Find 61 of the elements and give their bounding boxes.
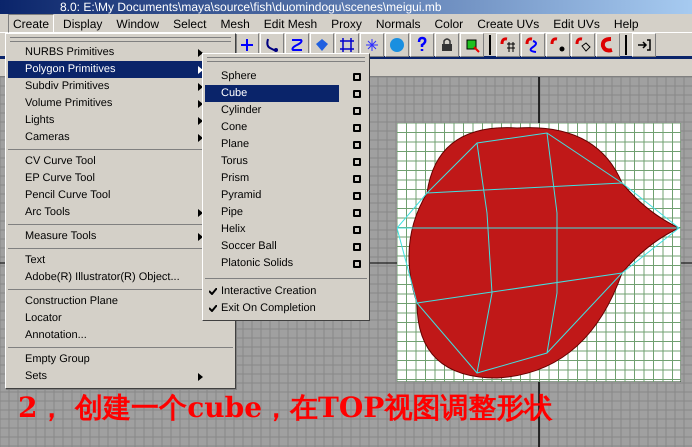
menu-item[interactable]: Edit UVs bbox=[548, 14, 605, 32]
option-box-icon[interactable] bbox=[353, 72, 361, 80]
menu-item[interactable]: Window bbox=[111, 14, 164, 32]
menu-item[interactable]: Cube bbox=[205, 85, 339, 102]
menu-item[interactable]: Mesh bbox=[215, 14, 255, 32]
option-box-icon[interactable] bbox=[353, 124, 361, 132]
menu-item[interactable]: Helix bbox=[205, 221, 339, 238]
option-box-icon[interactable] bbox=[353, 90, 361, 98]
help-icon[interactable] bbox=[410, 32, 434, 56]
menu-item[interactable]: Normals bbox=[370, 14, 426, 32]
menu-item[interactable]: Cone bbox=[205, 119, 339, 136]
lock-icon[interactable] bbox=[435, 32, 459, 56]
submenu-arrow-icon bbox=[198, 82, 203, 90]
menu-item[interactable]: Interactive Creation bbox=[221, 283, 316, 300]
menu-item[interactable]: Torus bbox=[205, 153, 339, 170]
menu-item[interactable]: Help bbox=[608, 14, 644, 32]
submenu-arrow-icon bbox=[198, 116, 203, 124]
toolbar-divider bbox=[489, 34, 491, 54]
option-box-icon[interactable] bbox=[353, 106, 361, 114]
menu-item[interactable]: Empty Group bbox=[8, 351, 233, 368]
option-box-icon[interactable] bbox=[353, 158, 361, 166]
option-box-icon[interactable] bbox=[353, 208, 361, 216]
select-box-icon[interactable] bbox=[460, 32, 484, 56]
menu-item[interactable]: Cylinder bbox=[205, 102, 339, 119]
menu-item[interactable]: Platonic Solids bbox=[205, 255, 339, 272]
menu-item[interactable]: Create UVs bbox=[472, 14, 544, 32]
menu-item[interactable]: Exit On Completion bbox=[221, 300, 316, 317]
magnet-grid-icon[interactable] bbox=[496, 32, 520, 56]
menu-item[interactable]: Display bbox=[58, 14, 108, 32]
magnet-curve-icon[interactable] bbox=[521, 32, 545, 56]
submenu-arrow-icon bbox=[198, 134, 203, 142]
magnet-surface-icon[interactable] bbox=[571, 32, 595, 56]
magnet-point-icon[interactable] bbox=[546, 32, 570, 56]
menu-item[interactable]: Edit Mesh bbox=[258, 14, 322, 32]
option-box-icon[interactable] bbox=[353, 140, 361, 148]
menu-item[interactable]: Pipe bbox=[205, 204, 339, 221]
menu-item[interactable]: Annotation... bbox=[8, 327, 233, 344]
option-box-icon[interactable] bbox=[353, 242, 361, 250]
option-box-icon[interactable] bbox=[353, 260, 361, 268]
menu-item[interactable]: Pyramid bbox=[205, 187, 339, 204]
submenu-arrow-icon bbox=[198, 100, 203, 108]
input-icon[interactable] bbox=[632, 32, 656, 56]
menu-item[interactable]: Soccer Ball bbox=[205, 238, 339, 255]
submenu-arrow-icon bbox=[198, 232, 203, 240]
menu-item[interactable]: NURBS Primitives bbox=[8, 44, 233, 61]
submenu-arrow-icon bbox=[198, 372, 203, 380]
menu-item[interactable]: Sets bbox=[8, 368, 233, 385]
menu-item[interactable]: Plane bbox=[205, 136, 339, 153]
toolbar-divider bbox=[625, 34, 627, 54]
submenu-arrow-icon bbox=[198, 208, 203, 216]
menu-item[interactable]: Proxy bbox=[326, 14, 367, 32]
window-title: 8.0: E:\My Documents\maya\source\fish\duomindogu\scenes\meigui.mb bbox=[59, 0, 442, 14]
submenu-arrow-icon bbox=[198, 48, 203, 56]
magnet-icon[interactable] bbox=[596, 32, 620, 56]
menu-item[interactable]: Select bbox=[168, 14, 212, 32]
menu-item[interactable]: Prism bbox=[205, 170, 339, 187]
option-box-icon[interactable] bbox=[353, 226, 361, 234]
menu-item[interactable]: Color bbox=[430, 14, 468, 32]
option-box-icon[interactable] bbox=[353, 192, 361, 200]
option-box-icon[interactable] bbox=[353, 174, 361, 182]
menu-item[interactable]: Create bbox=[8, 14, 54, 32]
